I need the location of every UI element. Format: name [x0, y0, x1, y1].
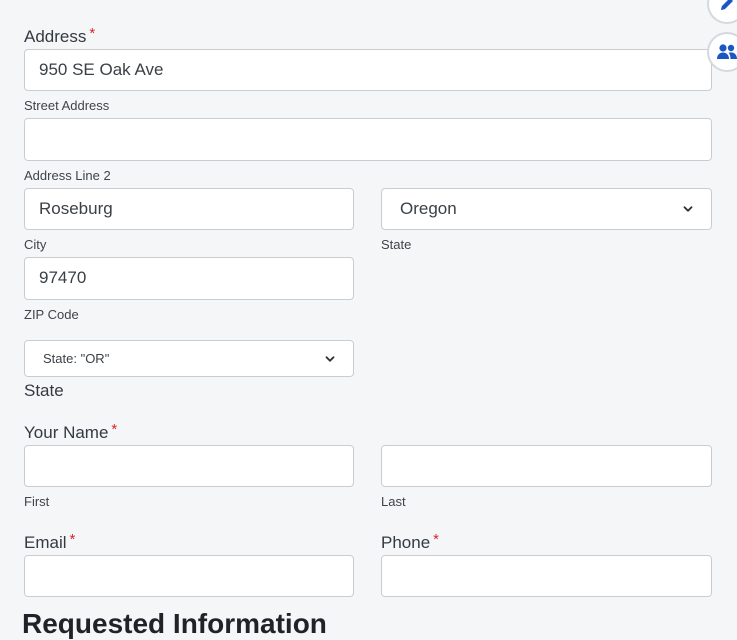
state-select[interactable]: Oregon: [381, 188, 712, 230]
chevron-down-icon: [683, 206, 693, 212]
state-code-label: State: [24, 381, 64, 400]
pencil-icon: [721, 0, 733, 10]
address-line2-input[interactable]: [24, 118, 712, 161]
last-name-input[interactable]: [381, 445, 712, 487]
chevron-down-icon: [325, 355, 335, 362]
users-icon: [717, 44, 737, 59]
zip-code-label: ZIP Code: [24, 307, 79, 322]
email-input[interactable]: [24, 555, 354, 597]
address-line2-label: Address Line 2: [24, 168, 111, 183]
state-code-select-value: State: "OR": [43, 351, 110, 366]
required-marker: *: [89, 25, 96, 42]
phone-input[interactable]: [381, 555, 712, 597]
city-input[interactable]: Roseburg: [24, 188, 354, 230]
city-label: City: [24, 237, 47, 252]
state-select-value: Oregon: [400, 199, 457, 218]
street-address-label: Street Address: [24, 98, 110, 113]
section-heading: Requested Information: [22, 608, 327, 639]
phone-label: Phone *: [381, 531, 439, 553]
state-label: State: [381, 237, 412, 252]
phone-label-text: Phone: [381, 533, 431, 552]
first-name-label: First: [24, 494, 50, 509]
address-form: Address * 950 SE Oak Ave Street Address A…: [0, 0, 737, 639]
required-marker: *: [111, 421, 118, 438]
state-code-select[interactable]: State: "OR": [24, 340, 354, 377]
last-name-label: Last: [381, 494, 406, 509]
address-label: Address *: [24, 25, 95, 47]
your-name-label-text: Your Name: [24, 423, 109, 442]
required-marker: *: [433, 531, 440, 548]
required-marker: *: [69, 531, 76, 548]
street-address-input[interactable]: 950 SE Oak Ave: [24, 49, 712, 91]
email-label-text: Email: [24, 533, 67, 552]
first-name-input[interactable]: [24, 445, 354, 487]
email-label: Email *: [24, 531, 75, 553]
address-label-text: Address: [24, 27, 87, 46]
zip-code-input[interactable]: 97470: [24, 257, 354, 300]
your-name-label: Your Name *: [24, 421, 117, 443]
